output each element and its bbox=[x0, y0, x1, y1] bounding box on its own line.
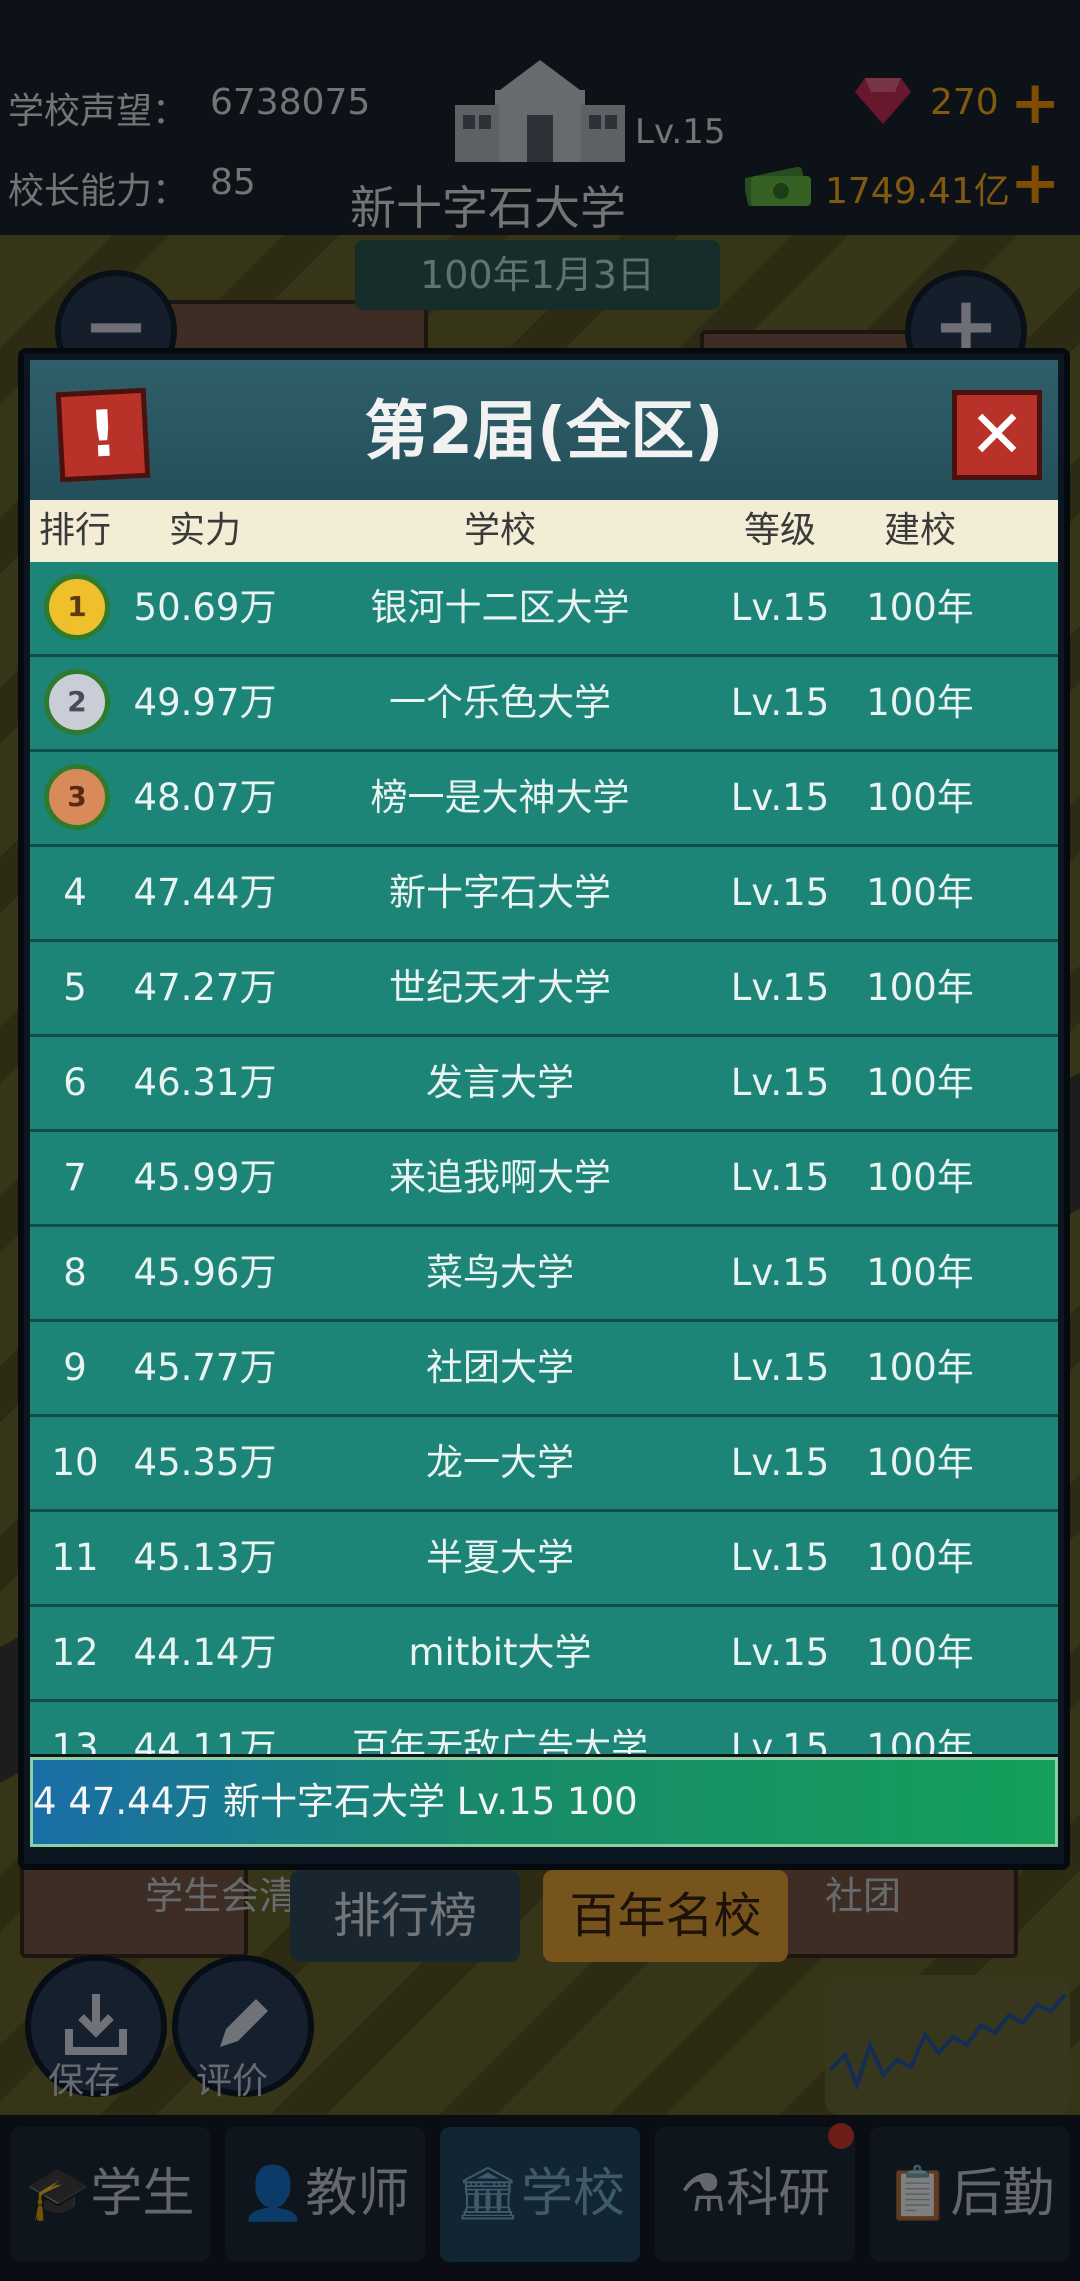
row-level: Lv.15 bbox=[730, 586, 830, 629]
table-row[interactable]: 3 48.07万 榜一是大神大学 Lv.15 100年 bbox=[30, 752, 1058, 847]
row-level: Lv.15 bbox=[730, 966, 830, 1009]
close-icon: ✕ bbox=[969, 396, 1025, 473]
my-school-row[interactable]: 4 47.44万 新十字石大学 Lv.15 100 bbox=[30, 1757, 1058, 1847]
row-power: 47.27万 bbox=[133, 966, 277, 1009]
medal-bronze-icon: 3 bbox=[44, 764, 110, 830]
row-level: Lv.15 bbox=[730, 1536, 830, 1579]
table-header: 排行 实力 学校 等级 建校 bbox=[30, 500, 1058, 562]
table-row[interactable]: 8 45.96万 菜鸟大学 Lv.15 100年 bbox=[30, 1227, 1058, 1322]
col-school: 学校 bbox=[463, 510, 536, 551]
my-founded: 100 bbox=[567, 1780, 638, 1823]
row-power: 45.13万 bbox=[133, 1536, 277, 1579]
table-row[interactable]: 2 49.97万 一个乐色大学 Lv.15 100年 bbox=[30, 657, 1058, 752]
table-row[interactable]: 5 47.27万 世纪天才大学 Lv.15 100年 bbox=[30, 942, 1058, 1037]
col-power: 实力 bbox=[168, 510, 241, 551]
row-power: 45.99万 bbox=[133, 1156, 277, 1199]
row-level: Lv.15 bbox=[730, 1251, 830, 1294]
row-rank: 9 bbox=[63, 1346, 87, 1389]
col-rank: 排行 bbox=[38, 510, 111, 551]
row-power: 49.97万 bbox=[133, 681, 277, 724]
row-founded: 100年 bbox=[866, 966, 974, 1009]
row-level: Lv.15 bbox=[730, 776, 830, 819]
row-rank: 13 bbox=[51, 1726, 99, 1754]
row-school: 龙一大学 bbox=[426, 1441, 574, 1484]
ranking-dialog: ! 第2届(全区) ✕ 排行 实力 学校 等级 建校 1 50.69万 银河十二… bbox=[18, 348, 1070, 1870]
medal-silver-icon: 2 bbox=[44, 669, 110, 735]
col-level: 等级 bbox=[743, 510, 816, 551]
row-school: 新十字石大学 bbox=[389, 871, 611, 914]
table-row[interactable]: 6 46.31万 发言大学 Lv.15 100年 bbox=[30, 1037, 1058, 1132]
row-founded: 100年 bbox=[866, 1061, 974, 1104]
row-rank: 6 bbox=[63, 1061, 87, 1104]
row-level: Lv.15 bbox=[730, 1061, 830, 1104]
table-row[interactable]: 10 45.35万 龙一大学 Lv.15 100年 bbox=[30, 1417, 1058, 1512]
row-founded: 100年 bbox=[866, 1631, 974, 1674]
row-founded: 100年 bbox=[866, 776, 974, 819]
row-school: 百年无敌广告大学 bbox=[352, 1726, 648, 1754]
row-power: 50.69万 bbox=[133, 586, 277, 629]
table-row[interactable]: 9 45.77万 社团大学 Lv.15 100年 bbox=[30, 1322, 1058, 1417]
row-founded: 100年 bbox=[866, 681, 974, 724]
table-row[interactable]: 12 44.14万 mitbit大学 Lv.15 100年 bbox=[30, 1607, 1058, 1702]
row-founded: 100年 bbox=[866, 1251, 974, 1294]
row-power: 46.31万 bbox=[133, 1061, 277, 1104]
row-rank: 4 bbox=[63, 871, 87, 914]
col-founded: 建校 bbox=[883, 510, 956, 551]
my-school: 新十字石大学 bbox=[223, 1780, 446, 1823]
row-school: 来追我啊大学 bbox=[389, 1156, 611, 1199]
row-founded: 100年 bbox=[866, 1726, 974, 1754]
row-school: 社团大学 bbox=[426, 1346, 574, 1389]
ranking-list[interactable]: 1 50.69万 银河十二区大学 Lv.15 100年 2 49.97万 一个乐… bbox=[30, 562, 1058, 1754]
table-row[interactable]: 1 50.69万 银河十二区大学 Lv.15 100年 bbox=[30, 562, 1058, 657]
row-power: 44.11万 bbox=[133, 1726, 277, 1754]
row-power: 48.07万 bbox=[133, 776, 277, 819]
row-school: 半夏大学 bbox=[426, 1536, 574, 1579]
row-rank: 5 bbox=[63, 966, 87, 1009]
row-school: mitbit大学 bbox=[408, 1631, 592, 1674]
row-founded: 100年 bbox=[866, 1156, 974, 1199]
medal-gold-icon: 1 bbox=[44, 574, 110, 640]
row-school: 银河十二区大学 bbox=[370, 586, 630, 629]
row-rank: 11 bbox=[51, 1536, 99, 1579]
row-power: 47.44万 bbox=[133, 871, 277, 914]
row-school: 一个乐色大学 bbox=[389, 681, 611, 724]
row-school: 榜一是大神大学 bbox=[370, 776, 630, 819]
row-founded: 100年 bbox=[866, 1346, 974, 1389]
row-school: 世纪天才大学 bbox=[389, 966, 611, 1009]
table-row[interactable]: 11 45.13万 半夏大学 Lv.15 100年 bbox=[30, 1512, 1058, 1607]
dialog-header: ! 第2届(全区) ✕ bbox=[30, 360, 1058, 500]
row-level: Lv.15 bbox=[730, 1631, 830, 1674]
row-level: Lv.15 bbox=[730, 1346, 830, 1389]
row-founded: 100年 bbox=[866, 1536, 974, 1579]
my-rank: 4 bbox=[33, 1780, 57, 1823]
row-founded: 100年 bbox=[866, 1441, 974, 1484]
row-rank: 12 bbox=[51, 1631, 99, 1674]
row-power: 45.35万 bbox=[133, 1441, 277, 1484]
row-rank: 10 bbox=[51, 1441, 99, 1484]
table-row[interactable]: 13 44.11万 百年无敌广告大学 Lv.15 100年 bbox=[30, 1702, 1058, 1754]
row-founded: 100年 bbox=[866, 586, 974, 629]
row-power: 44.14万 bbox=[133, 1631, 277, 1674]
row-power: 45.77万 bbox=[133, 1346, 277, 1389]
row-level: Lv.15 bbox=[730, 1156, 830, 1199]
row-level: Lv.15 bbox=[730, 1441, 830, 1484]
row-founded: 100年 bbox=[866, 871, 974, 914]
row-power: 45.96万 bbox=[133, 1251, 277, 1294]
row-school: 发言大学 bbox=[426, 1061, 574, 1104]
close-button[interactable]: ✕ bbox=[952, 390, 1042, 480]
row-level: Lv.15 bbox=[730, 1726, 830, 1754]
row-rank: 7 bbox=[63, 1156, 87, 1199]
row-level: Lv.15 bbox=[730, 681, 830, 724]
my-level: Lv.15 bbox=[456, 1780, 556, 1823]
dialog-title: 第2届(全区) bbox=[364, 395, 724, 469]
row-rank: 8 bbox=[63, 1251, 87, 1294]
table-row[interactable]: 7 45.99万 来追我啊大学 Lv.15 100年 bbox=[30, 1132, 1058, 1227]
row-level: Lv.15 bbox=[730, 871, 830, 914]
table-row[interactable]: 4 47.44万 新十字石大学 Lv.15 100年 bbox=[30, 847, 1058, 942]
my-power: 47.44万 bbox=[68, 1780, 212, 1823]
row-school: 菜鸟大学 bbox=[426, 1251, 574, 1294]
